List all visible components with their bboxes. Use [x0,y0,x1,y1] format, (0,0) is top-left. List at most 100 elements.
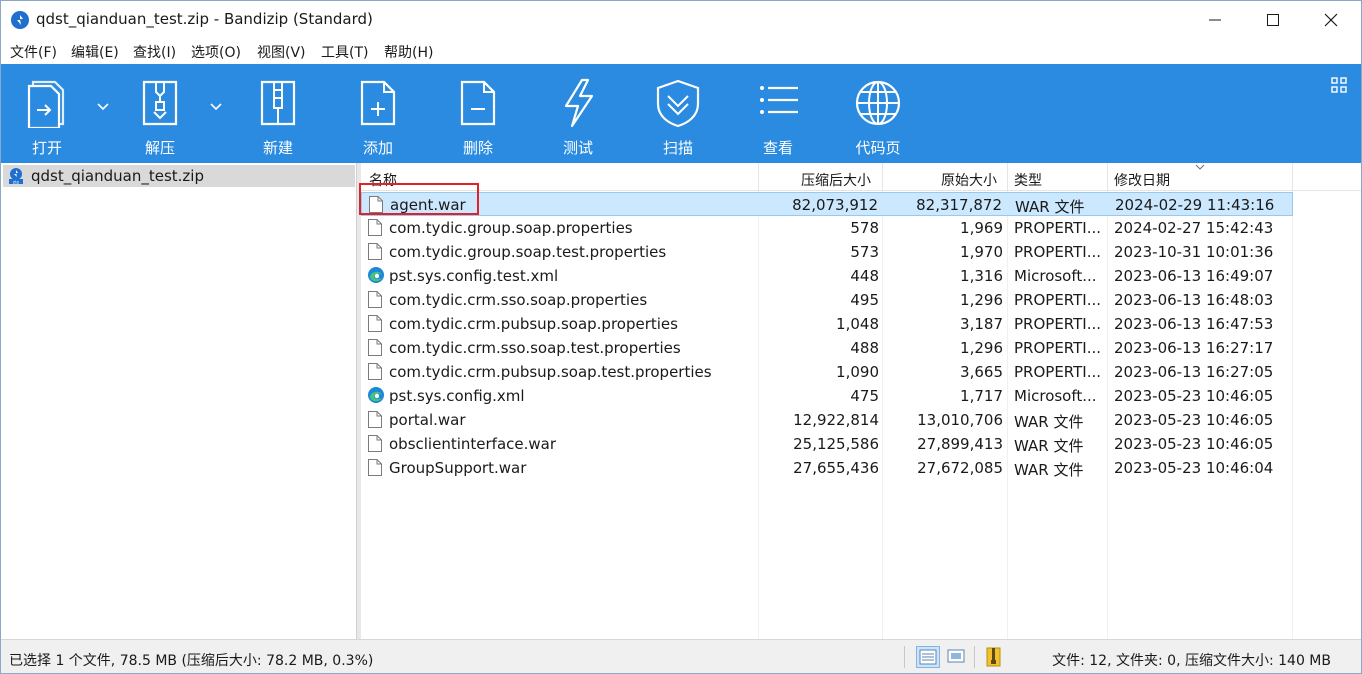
compressed-size: 475 [850,387,879,405]
view-label: 查看 [762,139,793,157]
column-header-type[interactable]: 类型 [1014,170,1042,190]
modified-date: 2024-02-29 11:43:16 [1115,196,1275,214]
menu-bar: 文件(F) 编辑(E) 查找(I) 选项(O) 视图(V) 工具(T) 帮助(H… [1,39,1361,64]
file-name: pst.sys.config.xml [389,387,525,405]
file-row[interactable]: com.tydic.crm.pubsup.soap.properties 1,04… [361,312,1293,336]
compressed-size: 488 [850,339,879,357]
menu-options[interactable]: 选项(O) [191,42,241,62]
file-row[interactable]: portal.war 12,922,814 13,010,706 WAR 文件 2023… [361,408,1293,432]
column-divider[interactable] [1292,163,1293,191]
file-name: com.tydic.crm.sso.soap.properties [389,291,648,309]
test-button[interactable]: 测试 [538,64,618,163]
file-name: pst.sys.config.test.xml [389,267,559,285]
delete-label: 删除 [462,139,493,157]
file-type: PROPERTI... [1014,291,1102,309]
file-list: 名称 压缩后大小 原始大小 类型 修改日期 agent.war 82,073,91… [361,163,1361,639]
file-row[interactable]: agent.war 82,073,912 82,317,872 WAR 文件 2024-… [361,192,1293,216]
minimize-icon [1209,19,1221,21]
tree-item-archive[interactable]: zip qdst_qianduan_test.zip [3,165,355,187]
file-row[interactable]: com.tydic.crm.sso.soap.properties 495 1,29… [361,288,1293,312]
open-label: 打开 [31,139,62,157]
new-archive-button[interactable]: 新建 [238,64,318,163]
original-size: 3,665 [960,363,1003,381]
file-row[interactable]: obsclientinterface.war 25,125,586 27,899,4… [361,432,1293,456]
edge-icon [368,267,384,283]
menu-file[interactable]: 文件(F) [10,42,57,62]
add-button[interactable]: 添加 [338,64,418,163]
tree-item-label: qdst_qianduan_test.zip [31,167,204,185]
menu-tools[interactable]: 工具(T) [321,42,368,62]
minimize-button[interactable] [1186,1,1244,39]
file-row[interactable]: pst.sys.config.test.xml 448 1,316 Microsoft… [361,264,1293,288]
layout-toggle-button[interactable] [1331,77,1347,97]
modified-date: 2023-06-13 16:27:17 [1114,339,1274,357]
column-divider[interactable] [758,163,759,191]
bandizip-window: qdst_qianduan_test.zip - Bandizip (Stand… [0,0,1362,674]
thumbnail-view-icon [947,649,965,663]
file-row[interactable]: com.tydic.crm.pubsup.soap.test.propertie… [361,360,1293,384]
column-header-name[interactable]: 名称 [369,170,397,190]
column-header-modified[interactable]: 修改日期 [1114,170,1170,190]
compressed-size: 25,125,586 [793,435,879,453]
menu-edit[interactable]: 编辑(E) [71,42,119,62]
file-type: WAR 文件 [1015,198,1085,216]
window-title: qdst_qianduan_test.zip - Bandizip (Stand… [36,10,373,28]
original-size: 13,010,706 [917,411,1003,429]
column-header-compressed[interactable]: 压缩后大小 [801,170,871,190]
file-icon [368,339,382,356]
scan-button[interactable]: 扫描 [638,64,718,163]
file-row[interactable]: GroupSupport.war 27,655,436 27,672,085 WAR … [361,456,1293,480]
column-divider[interactable] [1107,163,1108,191]
file-row[interactable]: com.tydic.group.soap.properties 578 1,969 P… [361,216,1293,240]
file-name: com.tydic.crm.pubsup.soap.test.propertie… [389,363,712,381]
column-divider[interactable] [1007,163,1008,191]
codepage-label: 代码页 [855,139,901,157]
thumbnail-view-button[interactable] [945,646,969,668]
archive-info-button[interactable] [983,646,1007,668]
original-size: 1,970 [960,243,1003,261]
modified-date: 2023-05-23 10:46:05 [1114,435,1274,453]
file-row[interactable]: com.tydic.crm.sso.soap.test.properties 48… [361,336,1293,360]
add-file-icon [360,80,396,126]
open-dropdown[interactable] [97,99,109,115]
file-row[interactable]: pst.sys.config.xml 475 1,717 Microsoft... 20… [361,384,1293,408]
details-view-icon [919,649,937,665]
chevron-down-icon [97,103,109,111]
grid-icon [1331,77,1347,93]
codepage-button[interactable]: 代码页 [838,64,918,163]
bandizip-app-icon [11,11,29,29]
archive-summary: 文件: 12, 文件夹: 0, 压缩文件大小: 140 MB [1052,653,1331,669]
column-divider[interactable] [882,163,883,191]
sort-descending-icon [1195,164,1205,170]
original-size: 1,296 [960,291,1003,309]
menu-find[interactable]: 查找(I) [133,42,176,62]
modified-date: 2023-05-23 10:46:05 [1114,387,1274,405]
maximize-button[interactable] [1244,1,1302,39]
lightning-icon [564,78,594,128]
column-header-original[interactable]: 原始大小 [941,170,997,190]
status-divider [904,646,905,668]
list-header: 名称 压缩后大小 原始大小 类型 修改日期 [361,163,1361,191]
shield-icon [656,79,700,128]
delete-button[interactable]: 删除 [438,64,518,163]
original-size: 1,316 [960,267,1003,285]
details-view-button[interactable] [916,646,940,668]
file-icon [368,243,382,260]
menu-view[interactable]: 视图(V) [257,42,306,62]
compressed-size: 12,922,814 [793,411,879,429]
file-row[interactable]: com.tydic.group.soap.test.properties 573 1… [361,240,1293,264]
open-button[interactable]: 打开 [7,64,87,163]
view-button[interactable]: 查看 [738,64,818,163]
modified-date: 2023-06-13 16:48:03 [1114,291,1274,309]
title-bar: qdst_qianduan_test.zip - Bandizip (Stand… [1,1,1361,39]
scan-label: 扫描 [662,139,693,157]
extract-button[interactable]: 解压 [120,64,200,163]
file-type: WAR 文件 [1014,437,1084,455]
svg-text:zip: zip [13,180,20,186]
close-button[interactable] [1302,1,1360,39]
compressed-size: 82,073,912 [792,196,878,214]
extract-dropdown[interactable] [210,99,222,115]
original-size: 3,187 [960,315,1003,333]
zip-archive-icon: zip [9,168,23,186]
menu-help[interactable]: 帮助(H) [384,42,433,62]
